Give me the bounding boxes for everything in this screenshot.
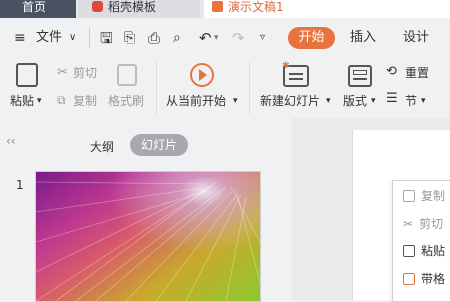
context-menu-cut[interactable]: ✂ 剪切 <box>403 215 443 233</box>
collapse-panel-icon[interactable]: ‹‹ <box>6 134 16 148</box>
copy-label: 复制 <box>73 94 98 108</box>
tab-design-label: 设计 <box>403 30 430 45</box>
format-painter-icon <box>117 64 137 86</box>
context-menu-paste[interactable]: 粘贴 <box>403 242 445 260</box>
tab-design[interactable]: 设计 <box>403 29 429 47</box>
print-icon[interactable]: ⎙ <box>148 29 160 47</box>
export-pdf-icon[interactable]: ⎘ <box>124 29 135 47</box>
window-tab-bar: 首页 稻壳模板 演示文稿1 <box>0 0 450 18</box>
docer-logo-icon <box>92 1 103 12</box>
slide-number: 1 <box>16 178 24 192</box>
tab-templates[interactable]: 稻壳模板 <box>78 0 200 18</box>
context-menu-copy[interactable]: 复制 <box>403 187 445 205</box>
undo-dropdown-icon[interactable]: ▾ <box>214 29 219 47</box>
section-label: 节 <box>405 94 418 108</box>
new-slide-dropdown-icon: ▾ <box>326 96 331 106</box>
redo-icon[interactable]: ↷ <box>232 29 245 47</box>
light-streaks-image <box>36 181 260 301</box>
tab-home[interactable]: 首页 <box>0 0 76 18</box>
layout-dropdown-icon: ▾ <box>371 96 376 106</box>
play-dropdown-icon: ▾ <box>233 96 238 106</box>
paste-dropdown-icon: ▾ <box>37 96 42 106</box>
file-menu-label: 文件 <box>36 30 63 45</box>
scissors-icon: ✂ <box>403 217 414 231</box>
tab-slides[interactable]: 幻灯片 <box>130 134 188 156</box>
context-menu: 复制 ✂ 剪切 粘贴 带格 <box>392 180 450 302</box>
context-menu-paste-keep-format[interactable]: 带格 <box>403 270 445 288</box>
tab-slides-label: 幻灯片 <box>140 138 177 152</box>
tab-presentation-label: 演示文稿1 <box>228 0 284 14</box>
paste-label: 粘贴 <box>10 94 35 108</box>
paste-icon <box>403 245 415 257</box>
menu-toolbar: ≡ 文件 ∨ 🖫 ⎘ ⎙ ⌕ ↶ ▾ ↷ ▿ <box>0 18 450 56</box>
chevron-down-icon[interactable]: ∨ <box>69 29 76 47</box>
new-slide-label: 新建幻灯片 <box>260 94 321 108</box>
hamburger-menu-icon[interactable]: ≡ <box>14 29 26 47</box>
paste-clipboard-icon <box>16 63 38 87</box>
cut-label: 剪切 <box>73 66 98 80</box>
file-menu[interactable]: 文件 <box>36 29 62 47</box>
presentation-file-icon <box>212 1 223 12</box>
tab-outline[interactable]: 大纲 <box>90 138 114 155</box>
tab-start[interactable]: 开始 <box>288 27 335 49</box>
scissors-icon: ✂ <box>57 65 68 80</box>
play-from-current-label: 从当前开始 <box>166 94 227 108</box>
tab-presentation[interactable]: 演示文稿1 <box>204 0 450 18</box>
new-star-icon: ✱ <box>282 61 290 71</box>
quick-access-dropdown-icon[interactable]: ▿ <box>260 29 265 47</box>
context-copy-label: 复制 <box>421 189 446 203</box>
layout-icon <box>348 65 372 87</box>
reset-icon: ⟲ <box>386 64 397 79</box>
tab-insert[interactable]: 插入 <box>350 29 376 47</box>
context-paste-label: 粘贴 <box>421 244 446 258</box>
toolbar-separator <box>89 28 90 48</box>
context-paste-format-label: 带格 <box>421 272 446 286</box>
context-cut-label: 剪切 <box>419 217 444 231</box>
save-icon[interactable]: 🖫 <box>100 29 113 47</box>
tab-home-label: 首页 <box>22 0 47 14</box>
tab-insert-label: 插入 <box>350 30 377 45</box>
slide-thumbnail[interactable] <box>35 171 261 302</box>
undo-icon[interactable]: ↶ <box>199 29 212 47</box>
reset-label: 重置 <box>405 66 430 80</box>
ribbon-separator <box>249 62 250 114</box>
tab-outline-label: 大纲 <box>90 140 115 154</box>
section-dropdown-icon: ▾ <box>421 96 426 106</box>
play-icon <box>190 63 214 87</box>
ribbon-separator <box>156 62 157 114</box>
paste-format-icon <box>403 273 415 285</box>
section-icon: ☰ <box>386 91 398 106</box>
tab-start-label: 开始 <box>298 30 325 45</box>
copy-icon <box>403 190 415 202</box>
format-painter-label: 格式刷 <box>108 94 145 108</box>
print-preview-icon[interactable]: ⌕ <box>173 29 181 47</box>
copy-icon: ⧉ <box>57 93 66 107</box>
tab-templates-label: 稻壳模板 <box>108 0 157 14</box>
layout-label: 版式 <box>343 94 368 108</box>
